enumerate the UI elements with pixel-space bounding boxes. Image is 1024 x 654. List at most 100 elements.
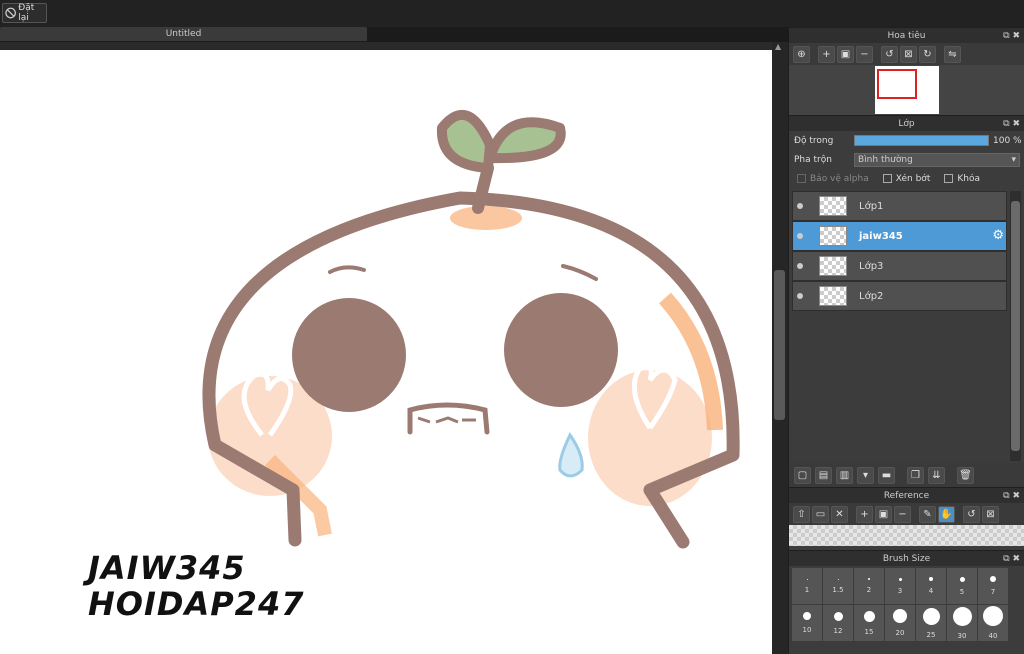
- drawing-canvas[interactable]: JAIW345 HOIDAP247: [0, 50, 772, 654]
- zoom-in-icon[interactable]: +: [856, 505, 873, 523]
- brush-size-value: 1.5: [832, 585, 844, 594]
- fit-window-icon[interactable]: ▣: [837, 45, 854, 63]
- watermark-text: JAIW345 HOIDAP247: [88, 550, 304, 622]
- canvas-vertical-scrollbar[interactable]: ▲: [772, 42, 788, 654]
- visibility-eye-icon[interactable]: [793, 203, 807, 209]
- navigator-header: Hoa tiêu ⧉ ✖: [789, 27, 1024, 43]
- brush-size-value: 12: [833, 626, 843, 635]
- visibility-eye-icon[interactable]: [793, 263, 807, 269]
- scroll-up-icon[interactable]: ▲: [775, 42, 781, 51]
- brush-size-value: 25: [926, 630, 936, 639]
- zoom-in-icon[interactable]: +: [818, 45, 835, 63]
- trash-icon[interactable]: 🗑: [957, 466, 974, 484]
- reference-canvas[interactable]: [789, 525, 1024, 546]
- canvas-area[interactable]: JAIW345 HOIDAP247: [0, 42, 772, 654]
- brush-size-cell[interactable]: 30: [947, 605, 977, 641]
- brush-size-value: 5: [959, 587, 965, 596]
- brush-size-cell[interactable]: 10: [792, 605, 822, 641]
- layer-item[interactable]: Lớp3: [792, 251, 1007, 281]
- brush-size-cell[interactable]: 4: [916, 568, 946, 604]
- layer-item-selected[interactable]: jaiw345 ⚙: [792, 221, 1007, 251]
- reference-toolbar: ⇧ ▭ ✕ + ▣ − ✎ ✋ ↺ ⊠: [789, 503, 1024, 525]
- panel-float-close-icon[interactable]: ⧉ ✖: [1003, 551, 1020, 567]
- zoom-fit-icon[interactable]: ⊕: [793, 45, 810, 63]
- panel-float-close-icon[interactable]: ⧉ ✖: [1003, 488, 1020, 504]
- new-1bit-layer-icon[interactable]: ▥: [836, 466, 853, 484]
- layer-toolbar: ▢ ▤ ▥ ▾ ▬ ❐ ⇊ 🗑: [789, 463, 1024, 487]
- brush-size-cell[interactable]: 25: [916, 605, 946, 641]
- fullscreen-icon[interactable]: ⊠: [982, 505, 999, 523]
- brush-size-cell[interactable]: 1.5: [823, 568, 853, 604]
- layer-header: Lớp ⧉ ✖: [789, 115, 1024, 131]
- layer-scrollbar[interactable]: [1010, 191, 1021, 461]
- alpha-lock-label: Bảo vệ alpha: [810, 173, 869, 184]
- gear-icon[interactable]: ⚙: [992, 228, 1004, 243]
- rotate-left-icon[interactable]: ↺: [881, 45, 898, 63]
- brush-size-cell[interactable]: 15: [854, 605, 884, 641]
- zoom-out-icon[interactable]: −: [894, 505, 911, 523]
- eyedropper-icon[interactable]: ✎: [919, 505, 936, 523]
- flip-horizontal-icon[interactable]: ⇋: [944, 45, 961, 63]
- open-folder-icon[interactable]: ▭: [812, 505, 829, 523]
- reference-header: Reference ⧉ ✖: [789, 487, 1024, 503]
- merge-layer-icon[interactable]: ⇊: [928, 466, 945, 484]
- new-layer-icon[interactable]: ▢: [794, 466, 811, 484]
- navigator-title: Hoa tiêu: [887, 31, 926, 41]
- add-layer-menu-icon[interactable]: ▾: [857, 466, 874, 484]
- brush-size-cell[interactable]: 5: [947, 568, 977, 604]
- reset-rotation-icon[interactable]: ↺: [963, 505, 980, 523]
- duplicate-layer-icon[interactable]: ❐: [907, 466, 924, 484]
- visibility-eye-icon[interactable]: [793, 293, 807, 299]
- opacity-label: Độ trong: [794, 135, 834, 146]
- brush-size-cell[interactable]: 3: [885, 568, 915, 604]
- tab-untitled[interactable]: Untitled: [0, 27, 367, 41]
- brush-size-cell[interactable]: 20: [885, 605, 915, 641]
- watermark-line-2: HOIDAP247: [88, 585, 305, 623]
- opacity-slider[interactable]: [854, 135, 989, 146]
- layer-thumbnail: [819, 196, 847, 216]
- upload-icon[interactable]: ⇧: [793, 505, 810, 523]
- fit-window-icon[interactable]: ▣: [875, 505, 892, 523]
- brush-size-cell[interactable]: 1: [792, 568, 822, 604]
- hand-icon[interactable]: ✋: [938, 505, 955, 523]
- zoom-out-icon[interactable]: −: [856, 45, 873, 63]
- viewport-rectangle[interactable]: [877, 69, 917, 99]
- brush-size-cell[interactable]: 12: [823, 605, 853, 641]
- brush-size-value: 7: [990, 588, 996, 596]
- clipping-checkbox[interactable]: Xén bớt: [882, 174, 930, 184]
- layer-thumbnail: [819, 286, 847, 306]
- brush-size-value: 2: [866, 586, 872, 594]
- layer-title: Lớp: [898, 119, 915, 129]
- visibility-eye-icon[interactable]: [793, 233, 807, 239]
- navigator-preview[interactable]: [789, 65, 1024, 115]
- brush-size-cell[interactable]: 40: [978, 605, 1008, 641]
- brush-size-value: 1: [804, 585, 810, 594]
- alpha-lock-checkbox[interactable]: Bảo vệ alpha: [797, 174, 869, 184]
- no-entry-icon: [5, 7, 16, 19]
- layer-thumbnail: [819, 226, 847, 246]
- layer-name: Lớp3: [859, 260, 884, 272]
- blend-mode-select[interactable]: Bình thường: [854, 152, 1020, 167]
- brush-size-value: 3: [897, 586, 903, 595]
- reset-button[interactable]: Đặt lại: [2, 3, 47, 23]
- scrollbar-thumb[interactable]: [1011, 201, 1020, 451]
- watermark-line-1: JAIW345: [88, 549, 246, 587]
- rotate-right-icon[interactable]: ↻: [919, 45, 936, 63]
- panel-float-close-icon[interactable]: ⧉ ✖: [1003, 116, 1020, 132]
- layer-list: Lớp1 jaiw345 ⚙ Lớp3 Lớp2: [789, 188, 1024, 463]
- folder-icon[interactable]: ▬: [878, 466, 895, 484]
- layer-item[interactable]: Lớp1: [792, 191, 1007, 221]
- layer-options-row: Bảo vệ alpha Xén bớt Khóa: [789, 169, 1024, 188]
- brush-size-header: Brush Size ⧉ ✖: [789, 550, 1024, 566]
- lock-checkbox[interactable]: Khóa: [944, 174, 980, 184]
- brush-size-cell[interactable]: 7: [978, 568, 1008, 604]
- brush-size-cell[interactable]: 2: [854, 568, 884, 604]
- new-halftone-layer-icon[interactable]: ▤: [815, 466, 832, 484]
- reset-rotation-icon[interactable]: ⊠: [900, 45, 917, 63]
- scrollbar-thumb[interactable]: [774, 270, 785, 420]
- layer-item[interactable]: Lớp2: [792, 281, 1007, 311]
- close-icon[interactable]: ✕: [831, 505, 848, 523]
- top-toolbar: Đặt lại: [0, 0, 1024, 27]
- panel-float-close-icon[interactable]: ⧉ ✖: [1003, 28, 1020, 44]
- brush-size-grid: 1 1.5 2 3 4 5 7 10 12 15 20 25 30 40: [789, 566, 1024, 643]
